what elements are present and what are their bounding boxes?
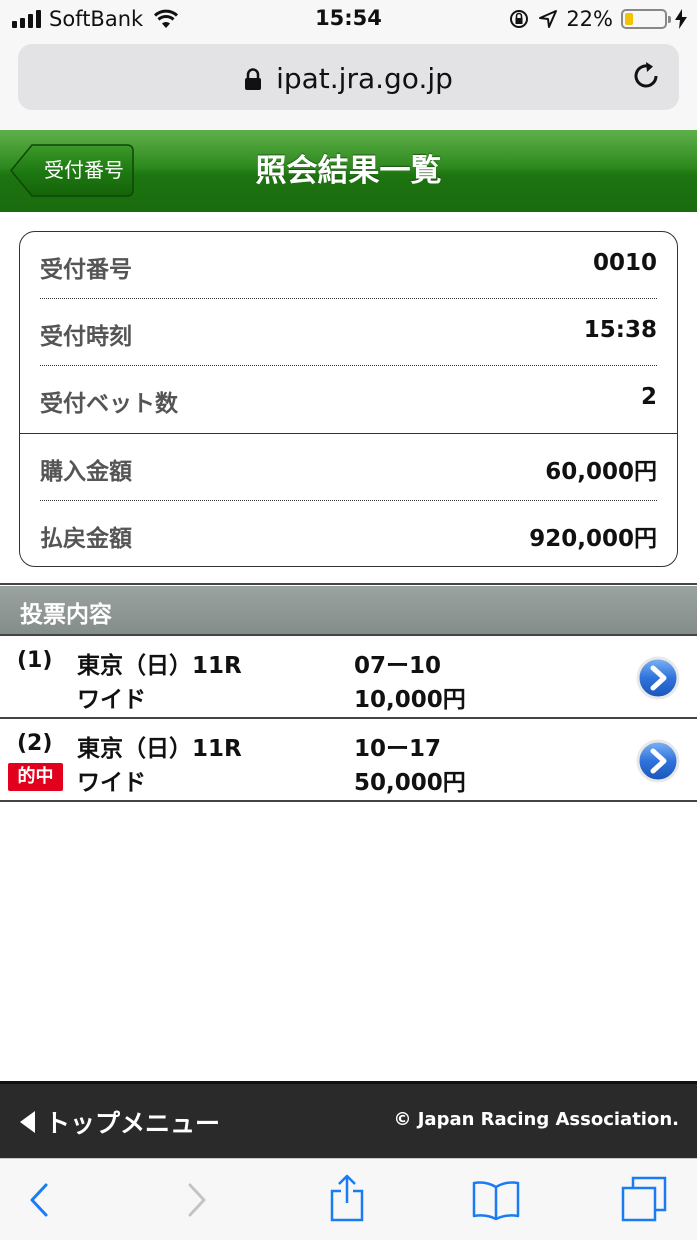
summary-value: 2: [640, 384, 657, 410]
summary-row-payout-amount: 払戻金額 920,000円: [40, 501, 657, 566]
chevron-right-circle-icon[interactable]: [636, 739, 680, 783]
copyright: © Japan Racing Association.: [393, 1109, 679, 1130]
battery-fill: [625, 13, 634, 25]
summary-card: 受付番号 0010 受付時刻 15:38 受付ベット数 2 購入金額 60,00…: [19, 231, 678, 567]
summary-value: 0010: [592, 250, 657, 276]
summary-row-bet-count: 受付ベット数 2: [40, 366, 657, 433]
summary-row-receipt-number: 受付番号 0010: [40, 232, 657, 299]
location-icon: [539, 10, 558, 28]
url-display[interactable]: ipat.jra.go.jp: [18, 62, 679, 95]
lock-icon: [245, 68, 262, 90]
battery-icon: [621, 9, 671, 29]
summary-label: 受付時刻: [40, 324, 132, 350]
charging-bolt-icon: [675, 9, 687, 29]
summary-row-receipt-time: 受付時刻 15:38: [40, 299, 657, 366]
bet-amount: 10,000円: [354, 687, 466, 713]
bet-type: ワイド: [77, 687, 146, 713]
bookmarks-icon[interactable]: [470, 1179, 522, 1221]
summary-value: 920,000円: [529, 526, 657, 552]
browser-address-area: ipat.jra.go.jp: [0, 38, 697, 130]
bet-combination: 10ー17: [354, 736, 442, 762]
address-bar[interactable]: ipat.jra.go.jp: [18, 44, 679, 110]
footer: トップメニュー © Japan Racing Association.: [0, 1084, 697, 1158]
bet-race: 東京（日）11R: [77, 653, 242, 679]
summary-label: 受付ベット数: [40, 391, 178, 417]
orientation-lock-icon: [510, 10, 529, 28]
summary-value: 15:38: [583, 317, 657, 343]
bet-row[interactable]: (2) 的中 東京（日）11R ワイド 10ー17 50,000円: [0, 719, 697, 802]
section-divider-top: [0, 583, 697, 585]
bet-race: 東京（日）11R: [77, 736, 242, 762]
summary-label: 払戻金額: [40, 526, 132, 552]
tabs-icon[interactable]: [620, 1175, 668, 1223]
hit-badge: 的中: [8, 763, 63, 791]
bet-combination: 07ー10: [354, 653, 442, 679]
back-icon[interactable]: [26, 1179, 54, 1221]
url-text: ipat.jra.go.jp: [276, 62, 453, 95]
section-header: 投票内容: [0, 586, 697, 634]
share-icon[interactable]: [328, 1173, 366, 1223]
forward-icon: [188, 1183, 206, 1217]
battery-percent: 22%: [566, 7, 613, 31]
bet-list: (1) 東京（日）11R ワイド 07ー10 10,000円 (2) 的中 東京…: [0, 636, 697, 802]
summary-value: 60,000円: [545, 459, 657, 485]
bet-row[interactable]: (1) 東京（日）11R ワイド 07ー10 10,000円: [0, 636, 697, 719]
bet-type: ワイド: [77, 770, 146, 796]
bet-amount: 50,000円: [354, 770, 466, 796]
bet-number: (1): [17, 648, 53, 673]
top-menu-link[interactable]: トップメニュー: [20, 1104, 220, 1140]
page-title: 照会結果一覧: [255, 153, 442, 189]
nav-header: 受付番号 照会結果一覧: [0, 130, 697, 212]
top-menu-label: トップメニュー: [45, 1109, 221, 1138]
reload-icon[interactable]: [631, 60, 663, 92]
summary-row-purchase-amount: 購入金額 60,000円: [40, 434, 657, 501]
bet-number: (2): [17, 731, 53, 756]
status-right: 22%: [508, 6, 687, 32]
status-bar: SoftBank 15:54 22%: [0, 0, 697, 38]
triangle-left-icon: [20, 1111, 35, 1133]
summary-label: 購入金額: [40, 459, 132, 485]
section-title: 投票内容: [20, 602, 112, 628]
summary-label: 受付番号: [40, 257, 132, 283]
browser-toolbar: [0, 1158, 697, 1240]
chevron-right-circle-icon[interactable]: [636, 656, 680, 700]
